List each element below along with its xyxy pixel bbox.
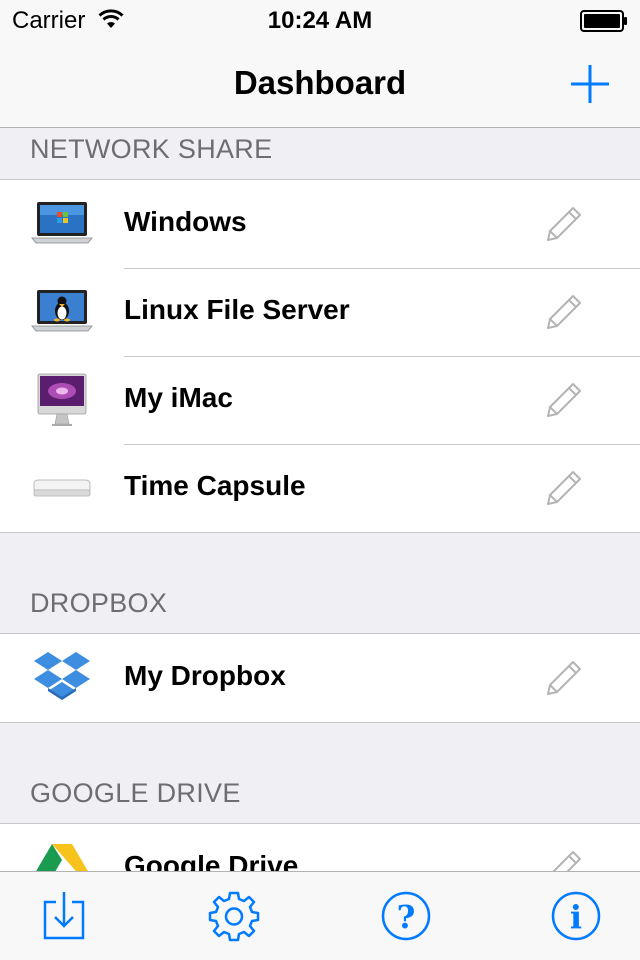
download-icon (43, 892, 85, 940)
section-header-dropbox: DROPBOX (0, 533, 640, 633)
list-item-my-dropbox[interactable]: My Dropbox (0, 634, 640, 722)
svg-text:?: ? (397, 898, 416, 936)
svg-text:i: i (570, 898, 582, 936)
google-drive-group: Google Drive (0, 823, 640, 871)
pencil-icon (552, 851, 581, 871)
status-bar: Carrier 10:24 AM (0, 0, 640, 40)
edit-button[interactable] (540, 202, 584, 246)
dropbox-group: My Dropbox (0, 633, 640, 723)
list-item-label: My Dropbox (124, 660, 286, 691)
page-title: Dashboard (233, 64, 407, 101)
nav-bar: Dashboard (0, 40, 640, 128)
list-item-my-imac[interactable]: My iMac (0, 356, 640, 444)
status-time: 10:24 AM (267, 7, 373, 34)
list-item-google-drive[interactable]: Google Drive (0, 824, 640, 871)
list-item-windows[interactable]: Windows (0, 180, 640, 268)
section-title: GOOGLE DRIVE (30, 778, 241, 808)
section-header-network-share: NETWORK SHARE (0, 129, 640, 179)
pencil-icon (547, 471, 581, 505)
linux-laptop-icon (30, 284, 94, 340)
info-tab[interactable]: i (550, 890, 602, 942)
list-item-time-capsule[interactable]: Time Capsule (0, 444, 640, 532)
list-item-label: Time Capsule (124, 470, 306, 501)
edit-button[interactable] (540, 466, 584, 510)
help-tab[interactable]: ? (380, 890, 432, 942)
add-button[interactable] (568, 62, 612, 106)
info-icon: i (551, 891, 601, 941)
pencil-icon (547, 207, 581, 241)
edit-button[interactable] (540, 656, 584, 700)
dropbox-icon (30, 650, 94, 706)
google-drive-icon (30, 840, 94, 871)
pencil-icon (547, 661, 581, 695)
settings-tab[interactable] (208, 890, 260, 942)
section-header-google-drive: GOOGLE DRIVE (0, 723, 640, 823)
dashboard-list[interactable]: NETWORK SHARE Windows Linux File Server … (0, 129, 640, 871)
tab-bar: ? i (0, 871, 640, 960)
section-title: DROPBOX (30, 588, 168, 618)
edit-button[interactable] (540, 378, 584, 422)
download-tab[interactable] (38, 890, 90, 942)
section-title: NETWORK SHARE (30, 134, 273, 164)
list-item-label: Windows (124, 206, 247, 237)
edit-button[interactable] (540, 846, 584, 871)
imac-icon (30, 372, 94, 428)
network-share-group: Windows Linux File Server My iMac Time C… (0, 179, 640, 533)
battery-icon (580, 10, 628, 32)
plus-icon (571, 65, 609, 103)
list-item-label: Google Drive (124, 850, 299, 871)
help-icon: ? (381, 891, 431, 941)
list-item-label: Linux File Server (124, 294, 350, 325)
pencil-icon (547, 295, 581, 329)
windows-laptop-icon (30, 196, 94, 252)
time-capsule-icon (30, 460, 94, 516)
list-item-linux-file-server[interactable]: Linux File Server (0, 268, 640, 356)
pencil-icon (547, 383, 581, 417)
edit-button[interactable] (540, 290, 584, 334)
settings-gear-icon (208, 891, 260, 942)
list-item-label: My iMac (124, 382, 233, 413)
